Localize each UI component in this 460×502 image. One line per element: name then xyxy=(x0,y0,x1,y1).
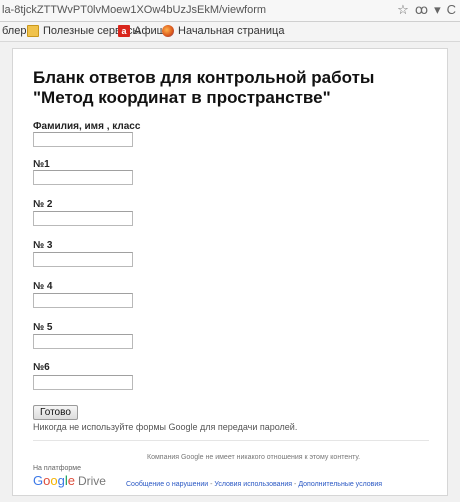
afisha-icon: a xyxy=(118,25,130,37)
answer-6-input[interactable] xyxy=(33,375,133,390)
platform-label: На платформе xyxy=(33,465,81,472)
address-bar-icons: ☆ ꝏ ▾ C xyxy=(397,2,456,18)
logo-letter: g xyxy=(57,473,65,488)
dropdown-icon[interactable]: ▾ xyxy=(434,2,441,18)
name-input[interactable] xyxy=(33,132,133,147)
bookmark-label: Начальная страница xyxy=(178,25,285,37)
address-bar: la-8tjckZTTWvPT0lvMoew1XOw4bUzJsEkM/view… xyxy=(0,0,460,22)
logo-letter: o xyxy=(50,473,58,488)
star-icon[interactable]: ☆ xyxy=(397,2,409,18)
bookmark-label: блер xyxy=(2,25,27,37)
question-label-6: №6 xyxy=(33,362,50,373)
answer-2-input[interactable] xyxy=(33,211,133,226)
report-abuse-link[interactable]: Сообщение о нарушении xyxy=(126,481,208,488)
answer-1-input[interactable] xyxy=(33,170,133,185)
logo-letter: e xyxy=(67,473,75,488)
question-label-3: № 3 xyxy=(33,240,53,251)
glasses-icon[interactable]: ꝏ xyxy=(415,2,428,18)
answer-3-input[interactable] xyxy=(33,252,133,267)
submit-button[interactable]: Готово xyxy=(33,405,78,420)
firefox-icon xyxy=(162,25,174,37)
footer-disclaimer: Компания Google не имеет никакого отноше… xyxy=(147,454,361,461)
folder-icon xyxy=(27,25,39,37)
reload-icon[interactable]: C xyxy=(447,2,456,18)
bookmark-home-page[interactable]: Начальная страница xyxy=(162,25,284,37)
form-title: Бланк ответов для контрольной работы "Ме… xyxy=(33,68,375,107)
form-page: Бланк ответов для контрольной работы "Ме… xyxy=(12,48,448,496)
logo-letter: G xyxy=(33,473,44,488)
terms-link[interactable]: Условия использования xyxy=(214,481,292,488)
footer-divider xyxy=(33,440,429,441)
additional-terms-link[interactable]: Дополнительные условия xyxy=(298,481,382,488)
footer-links: Сообщение о нарушении - Условия использо… xyxy=(126,481,382,488)
logo-drive: Drive xyxy=(77,474,106,488)
answer-4-input[interactable] xyxy=(33,293,133,308)
question-label-2: № 2 xyxy=(33,199,53,210)
bookmarks-bar: блер Полезные сервисы a Афиша Начальная … xyxy=(0,22,460,42)
answer-5-input[interactable] xyxy=(33,334,133,349)
google-drive-logo[interactable]: Google Drive xyxy=(33,473,106,488)
question-label-1: №1 xyxy=(33,159,50,170)
password-warning: Никогда не используйте формы Google для … xyxy=(33,422,298,432)
url-field[interactable]: la-8tjckZTTWvPT0lvMoew1XOw4bUzJsEkM/view… xyxy=(2,4,266,16)
question-label-name: Фамилия, имя , класс xyxy=(33,121,141,132)
question-label-5: № 5 xyxy=(33,322,53,333)
bookmark-item[interactable]: блер xyxy=(2,25,26,37)
question-label-4: № 4 xyxy=(33,281,53,292)
